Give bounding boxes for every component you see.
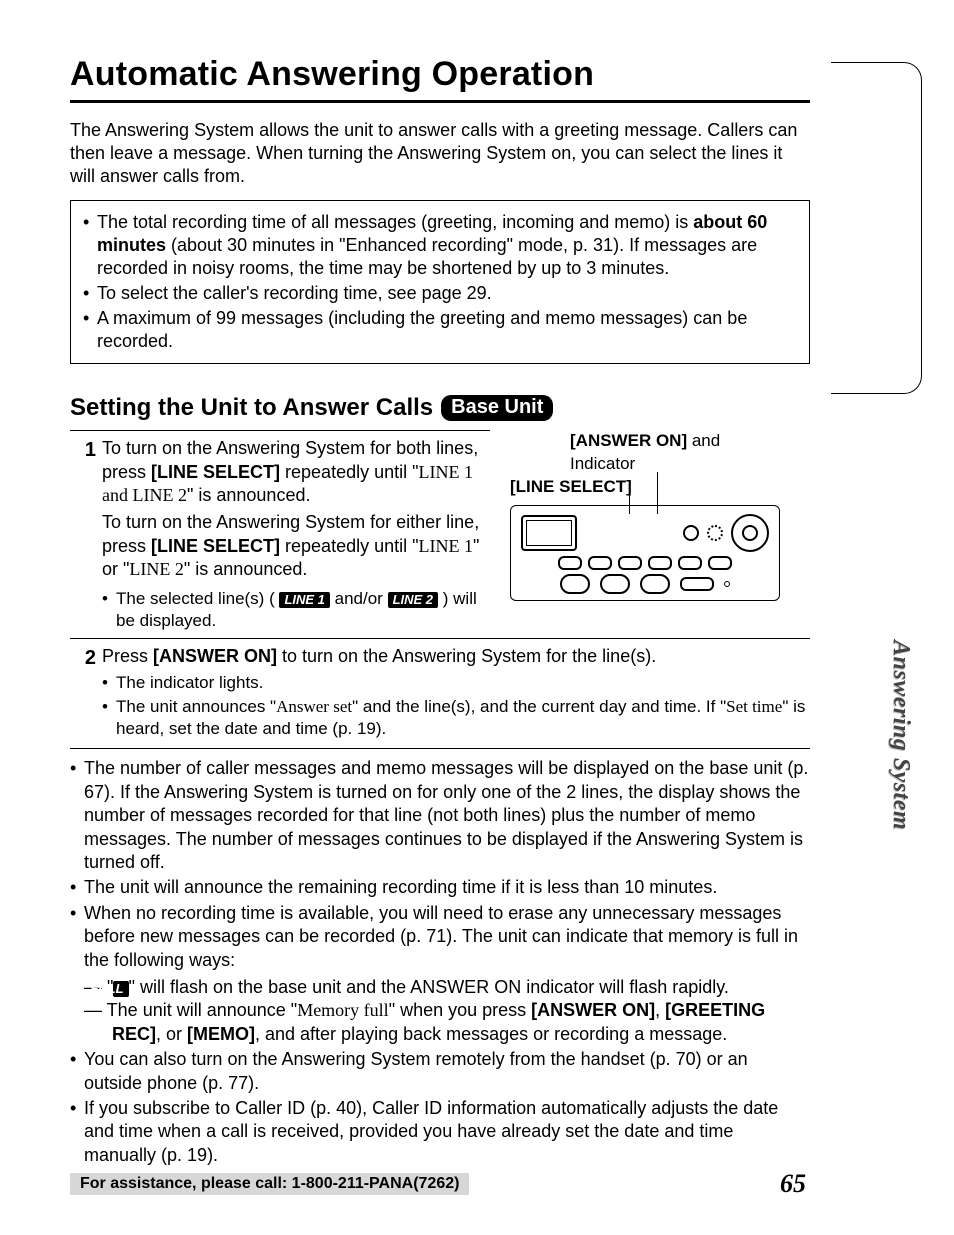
note-1: The number of caller messages and memo m… bbox=[84, 757, 810, 874]
note-3: When no recording time is available, you… bbox=[84, 902, 810, 1046]
info-box: • The total recording time of all messag… bbox=[70, 200, 810, 364]
page-number: 65 bbox=[780, 1169, 810, 1199]
step-2-sub1: •The indicator lights. bbox=[102, 672, 810, 694]
step-2-number: 2 bbox=[70, 645, 102, 741]
step-1-number: 1 bbox=[70, 437, 102, 632]
base-unit-diagram bbox=[510, 505, 780, 601]
box-bullet-3: A maximum of 99 messages (including the … bbox=[97, 307, 797, 353]
note-5: If you subscribe to Caller ID (p. 40), C… bbox=[84, 1097, 810, 1167]
step-1-para-2: To turn on the Answering System for eith… bbox=[102, 511, 490, 581]
note-4: You can also turn on the Answering Syste… bbox=[84, 1048, 810, 1095]
step-2-main: Press [ANSWER ON] to turn on the Answeri… bbox=[102, 645, 810, 668]
step-1-subbullet: • The selected line(s) ( LINE 1 and/or L… bbox=[102, 588, 490, 632]
page-title: Automatic Answering Operation bbox=[70, 55, 810, 94]
full-chip-icon: FULL bbox=[113, 981, 128, 997]
step-1-para-1: To turn on the Answering System for both… bbox=[102, 437, 490, 507]
note-2: The unit will announce the remaining rec… bbox=[84, 876, 810, 899]
note-3-dash-1: — "FULL" will flash on the base unit and… bbox=[84, 976, 810, 999]
section-tab: Answering System bbox=[887, 640, 914, 830]
assistance-phone: For assistance, please call: 1-800-211-P… bbox=[70, 1173, 469, 1195]
step-2-sub2: • The unit announces "Answer set" and th… bbox=[102, 696, 810, 740]
box-bullet-2: To select the caller's recording time, s… bbox=[97, 282, 797, 305]
box-bullet-1: The total recording time of all messages… bbox=[97, 211, 797, 280]
notes-section: •The number of caller messages and memo … bbox=[70, 757, 810, 1167]
line2-chip-icon: LINE 2 bbox=[388, 592, 438, 608]
thumb-index-outline bbox=[831, 62, 922, 394]
line1-chip-icon: LINE 1 bbox=[279, 592, 329, 608]
figure-area: [ANSWER ON] and Indicator [LINE SELECT] bbox=[510, 430, 780, 601]
note-3-dash-2: — The unit will announce "Memory full" w… bbox=[84, 999, 810, 1046]
base-unit-badge: Base Unit bbox=[441, 395, 553, 421]
section-heading: Setting the Unit to Answer Calls Base Un… bbox=[70, 394, 810, 422]
intro-paragraph: The Answering System allows the unit to … bbox=[70, 119, 810, 188]
title-rule bbox=[70, 100, 810, 103]
footer: For assistance, please call: 1-800-211-P… bbox=[70, 1169, 810, 1199]
